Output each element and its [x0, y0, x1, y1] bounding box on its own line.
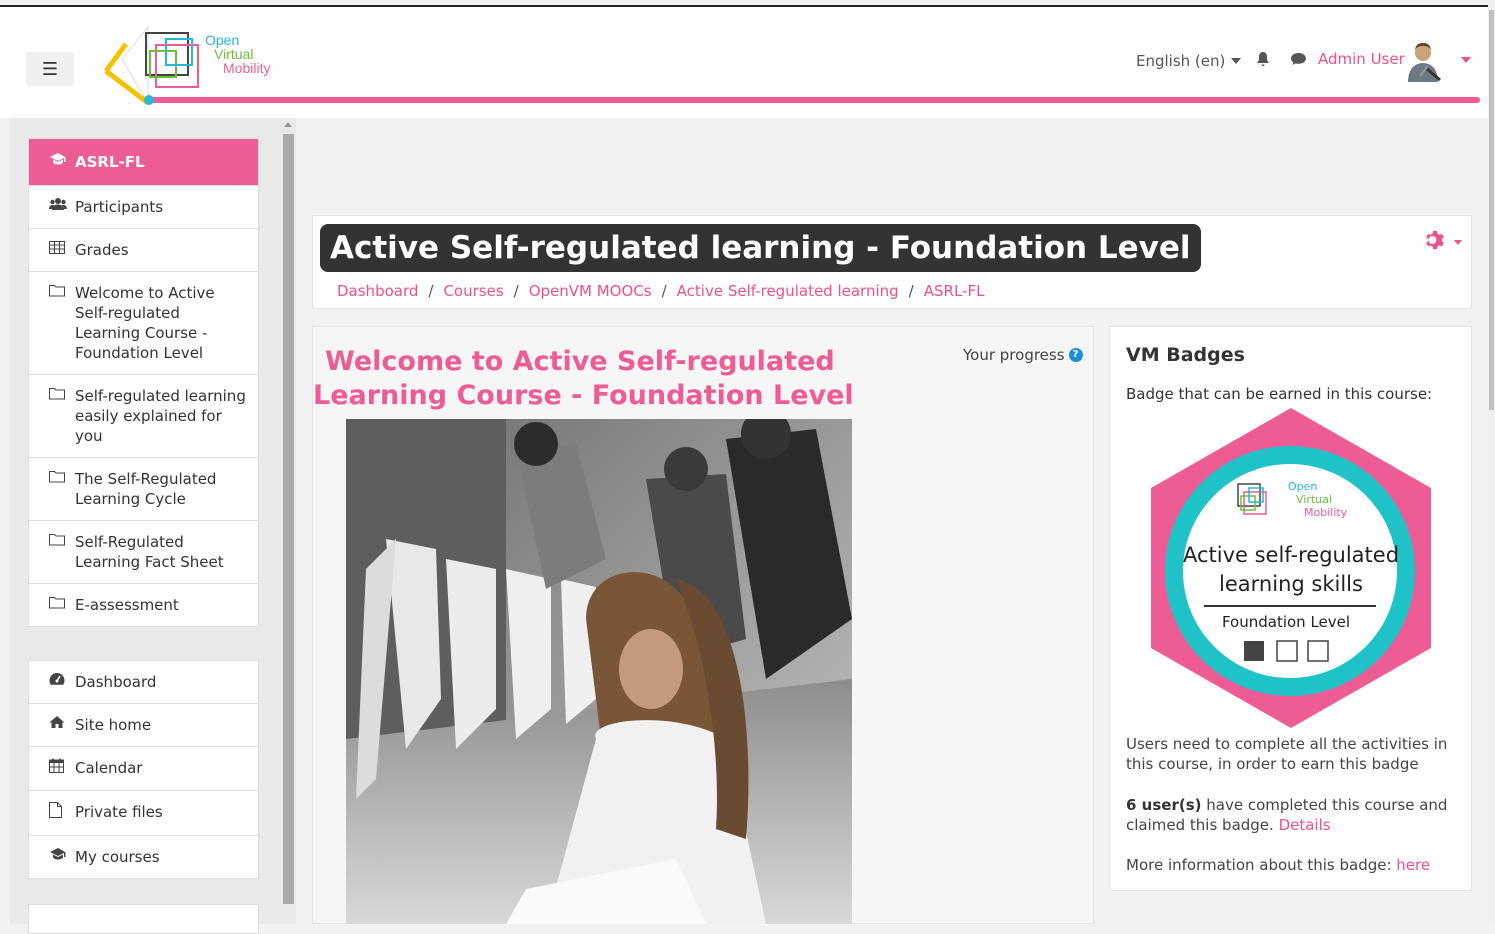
sidebar-item-site-home[interactable]: Site home	[29, 703, 258, 746]
avatar[interactable]	[1406, 42, 1442, 82]
breadcrumb-separator: /	[908, 282, 914, 300]
sidebar-item-label: Participants	[75, 198, 164, 216]
sidebar-item-srl-explained[interactable]: Self-regulated learning easily explained…	[29, 374, 258, 457]
site-nav: Dashboard Site home Calendar Private fil…	[28, 660, 259, 879]
bell-icon[interactable]	[1255, 51, 1271, 71]
breadcrumb-separator: /	[428, 282, 434, 300]
chevron-down-icon	[1231, 58, 1242, 64]
user-name[interactable]: Admin User	[1318, 50, 1405, 68]
sidebar-item-welcome[interactable]: Welcome to Active Self-regulated Learnin…	[29, 271, 258, 374]
details-link[interactable]: Details	[1279, 816, 1331, 834]
completed-count: 6 user(s)	[1126, 796, 1202, 814]
menu-toggle-button[interactable]: ☰	[26, 52, 74, 86]
breadcrumb-item[interactable]: Dashboard	[337, 282, 418, 300]
calendar-icon	[49, 758, 75, 779]
help-icon[interactable]: ?	[1068, 348, 1083, 362]
badge-name-line1: Active self-regulated	[1182, 543, 1400, 567]
site-admin-nav[interactable]	[28, 904, 259, 934]
file-icon	[49, 802, 75, 824]
sidebar-item-label: Calendar	[75, 759, 143, 777]
badge-logo-virtual: Virtual	[1296, 493, 1332, 506]
sidebar-item-participants[interactable]: Participants	[29, 185, 258, 228]
dashboard-icon	[49, 672, 75, 692]
navbar: ☰ Open Virtual Mobility English (en) Adm…	[0, 7, 1495, 118]
course-nav: ASRL-FL Participants Grades Welcome to A…	[28, 138, 259, 627]
badge-more-info: More information about this badge: here	[1126, 855, 1456, 875]
logo-text-mobility: Mobility	[223, 60, 271, 76]
sidebar-item-label: Welcome to Active Self-regulated Learnin…	[75, 284, 215, 362]
badges-subtitle: Badge that can be earned in this course:	[1126, 385, 1433, 403]
badge-image[interactable]: Open Virtual Mobility Active self-regula…	[1146, 406, 1436, 731]
progress-label: Your progress	[963, 346, 1065, 364]
sidebar-item-private-files[interactable]: Private files	[29, 790, 258, 835]
home-icon	[49, 715, 75, 735]
sidebar-item-label: Self-Regulated Learning Fact Sheet	[75, 533, 224, 571]
sidebar-item-e-assessment[interactable]: E-assessment	[29, 583, 258, 626]
sidebar-item-label: Grades	[75, 241, 129, 259]
sidebar-item-label: Dashboard	[75, 673, 157, 691]
chevron-down-icon[interactable]	[1454, 240, 1462, 245]
breadcrumb: Dashboard / Courses / OpenVM MOOCs / Act…	[337, 282, 984, 300]
sidebar-item-label: Site home	[75, 716, 152, 734]
breadcrumb-separator: /	[661, 282, 667, 300]
badge-logo-open: Open	[1288, 480, 1318, 493]
sidebar-item-label: E-assessment	[75, 596, 179, 614]
folder-icon	[49, 532, 75, 552]
course-progress: Your progress ?	[963, 346, 1083, 364]
badge-level: Foundation Level	[1221, 613, 1351, 631]
chat-icon[interactable]	[1290, 51, 1307, 71]
hamburger-icon: ☰	[41, 58, 59, 80]
site-logo[interactable]: Open Virtual Mobility	[100, 19, 300, 109]
header-accent-line	[144, 95, 1480, 105]
sidebar-item-label: Self-regulated learning easily explained…	[75, 387, 246, 445]
folder-icon	[49, 386, 75, 406]
sidebar-item-srl-fact-sheet[interactable]: Self-Regulated Learning Fact Sheet	[29, 520, 258, 583]
sidebar-item-label: ASRL-FL	[75, 153, 145, 171]
sidebar-scrollbar-thumb[interactable]	[283, 134, 294, 904]
sidebar-item-grades[interactable]: Grades	[29, 228, 258, 271]
badge-completion: 6 user(s) have completed this course and…	[1126, 795, 1456, 835]
breadcrumb-separator: /	[513, 282, 519, 300]
sidebar-item-label: My courses	[75, 848, 160, 866]
language-menu[interactable]: English (en)	[1136, 52, 1242, 70]
course-photo	[346, 419, 852, 924]
more-info-link[interactable]: here	[1396, 856, 1430, 874]
sidebar-item-calendar[interactable]: Calendar	[29, 746, 258, 790]
page-title: Active Self-regulated learning - Foundat…	[320, 224, 1201, 272]
sidebar-item-label: Private files	[75, 803, 163, 821]
welcome-heading: Welcome to Active Self-regulated Learnin…	[313, 346, 854, 411]
badges-title: VM Badges	[1126, 344, 1245, 366]
language-label: English (en)	[1136, 52, 1226, 70]
sidebar-item-label: The Self-Regulated Learning Cycle	[75, 470, 217, 508]
users-icon	[49, 197, 75, 217]
badge-logo-mobility: Mobility	[1304, 506, 1348, 519]
table-icon	[49, 240, 75, 260]
badge-requirement: Users need to complete all the activitie…	[1126, 735, 1448, 773]
graduation-cap-icon	[49, 847, 75, 867]
sidebar-item-my-courses[interactable]: My courses	[29, 835, 258, 878]
breadcrumb-item[interactable]: Courses	[443, 282, 503, 300]
graduation-cap-icon	[49, 152, 75, 172]
breadcrumb-item[interactable]: ASRL-FL	[924, 282, 985, 300]
folder-icon	[49, 595, 75, 615]
logo-text-virtual: Virtual	[214, 46, 254, 62]
page-scrollbar-thumb[interactable]	[1489, 10, 1494, 410]
badge-name-line2: learning skills	[1219, 572, 1363, 596]
folder-icon	[49, 283, 75, 303]
sidebar-item-srl-cycle[interactable]: The Self-Regulated Learning Cycle	[29, 457, 258, 520]
breadcrumb-item[interactable]: OpenVM MOOCs	[529, 282, 652, 300]
logo-text-open: Open	[205, 32, 240, 48]
breadcrumb-item[interactable]: Active Self-regulated learning	[677, 282, 899, 300]
scroll-up-arrow-icon[interactable]	[284, 122, 292, 127]
more-info-text: More information about this badge:	[1126, 856, 1397, 874]
sidebar-item-course[interactable]: ASRL-FL	[29, 139, 258, 185]
user-menu-chevron-icon[interactable]	[1461, 57, 1471, 63]
folder-icon	[49, 469, 75, 489]
sidebar-item-dashboard[interactable]: Dashboard	[29, 661, 258, 703]
gear-icon[interactable]	[1423, 228, 1447, 258]
